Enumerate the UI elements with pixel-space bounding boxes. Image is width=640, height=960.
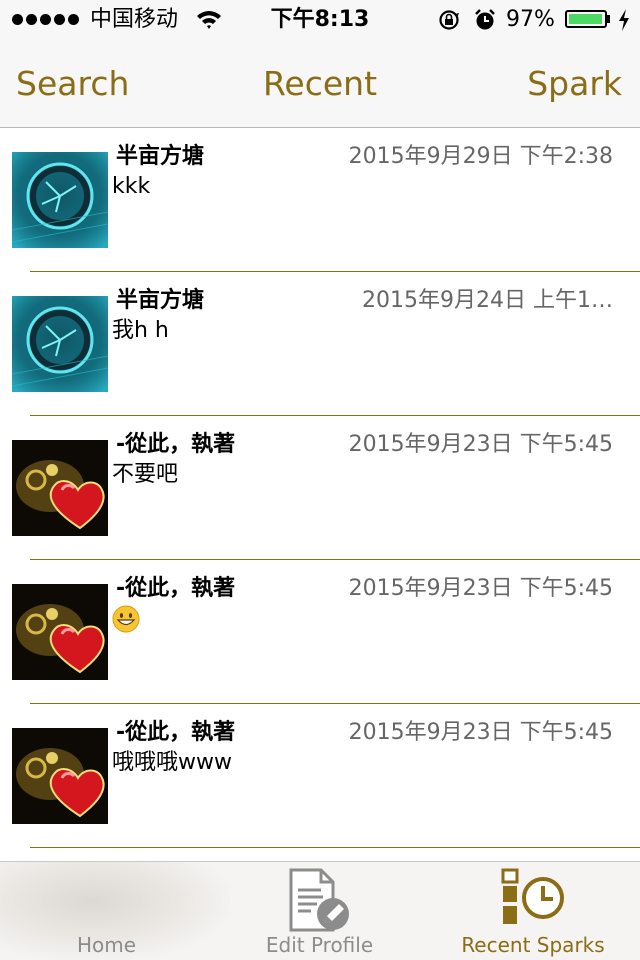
- message-date: 2015年9月23日 下午5:45: [348, 576, 613, 601]
- message-preview: [112, 604, 140, 634]
- red-heart-avatar: [12, 440, 108, 536]
- tab-bar: Home Edit Profile Recent Sparks: [0, 861, 640, 960]
- recent-sparks-icon: [501, 868, 564, 924]
- red-heart-avatar: [12, 728, 108, 824]
- edit-profile-icon: [289, 868, 349, 932]
- tab-label: Recent Sparks: [461, 933, 605, 957]
- spark-button[interactable]: Spark: [527, 62, 622, 106]
- tab-label: Edit Profile: [265, 933, 374, 957]
- list-item[interactable]: 半亩方塘 2015年9月29日 下午2:38 kkk: [0, 128, 640, 272]
- message-date: 2015年9月23日 下午5:45: [348, 432, 613, 457]
- tab-recent-sparks[interactable]: Recent Sparks: [426, 862, 640, 960]
- status-bar: 中国移动 下午8:13 97%: [0, 0, 640, 40]
- list-item[interactable]: -從此，執著 2015年9月23日 下午5:45 不要吧: [0, 416, 640, 560]
- message-date: 2015年9月29日 下午2:38: [348, 144, 613, 169]
- message-preview: 不要吧: [112, 462, 179, 487]
- grinning-face-emoji: [112, 605, 140, 633]
- list-item[interactable]: -從此，執著 2015年9月23日 下午5:45: [0, 560, 640, 704]
- red-heart-avatar: [12, 584, 108, 680]
- battery-icon: [565, 10, 607, 28]
- tab-label: Home: [76, 933, 137, 957]
- list-item[interactable]: 半亩方塘 2015年9月24日 上午1… 我h h: [0, 272, 640, 416]
- message-preview: kkk: [112, 174, 151, 199]
- message-date: 2015年9月23日 下午5:45: [348, 720, 613, 745]
- row-divider: [30, 847, 640, 848]
- teal-clock-avatar: [12, 152, 108, 248]
- teal-clock-avatar: [12, 296, 108, 392]
- message-preview: 哦哦哦www: [112, 750, 232, 775]
- navigation-bar: Recent Search Spark: [0, 40, 640, 128]
- list-item[interactable]: -從此，執著 2015年9月23日 下午5:45 哦哦哦www: [0, 704, 640, 848]
- sender-name: -從此，執著: [116, 720, 236, 745]
- sender-name: 半亩方塘: [116, 288, 205, 313]
- tab-home[interactable]: Home: [0, 862, 213, 960]
- sender-name: -從此，執著: [116, 432, 236, 457]
- app-root: 中国移动 下午8:13 97% Recent Search Spark 半亩方塘…: [0, 0, 640, 960]
- sender-name: 半亩方塘: [116, 144, 205, 169]
- battery-tip: [607, 15, 610, 23]
- rotation-lock-icon: [439, 10, 459, 30]
- battery-percent: 97%: [506, 7, 555, 32]
- message-date: 2015年9月24日 上午1…: [362, 288, 613, 313]
- battery-fill: [569, 14, 602, 24]
- sender-name: -從此，執著: [116, 576, 236, 601]
- charging-bolt-icon: [619, 9, 629, 31]
- message-preview: 我h h: [112, 318, 169, 343]
- tab-edit-profile[interactable]: Edit Profile: [213, 862, 426, 960]
- alarm-icon: [475, 9, 495, 30]
- search-button[interactable]: Search: [16, 62, 129, 106]
- recent-messages-list[interactable]: 半亩方塘 2015年9月29日 下午2:38 kkk 半亩方塘 2015年9月2…: [0, 128, 640, 860]
